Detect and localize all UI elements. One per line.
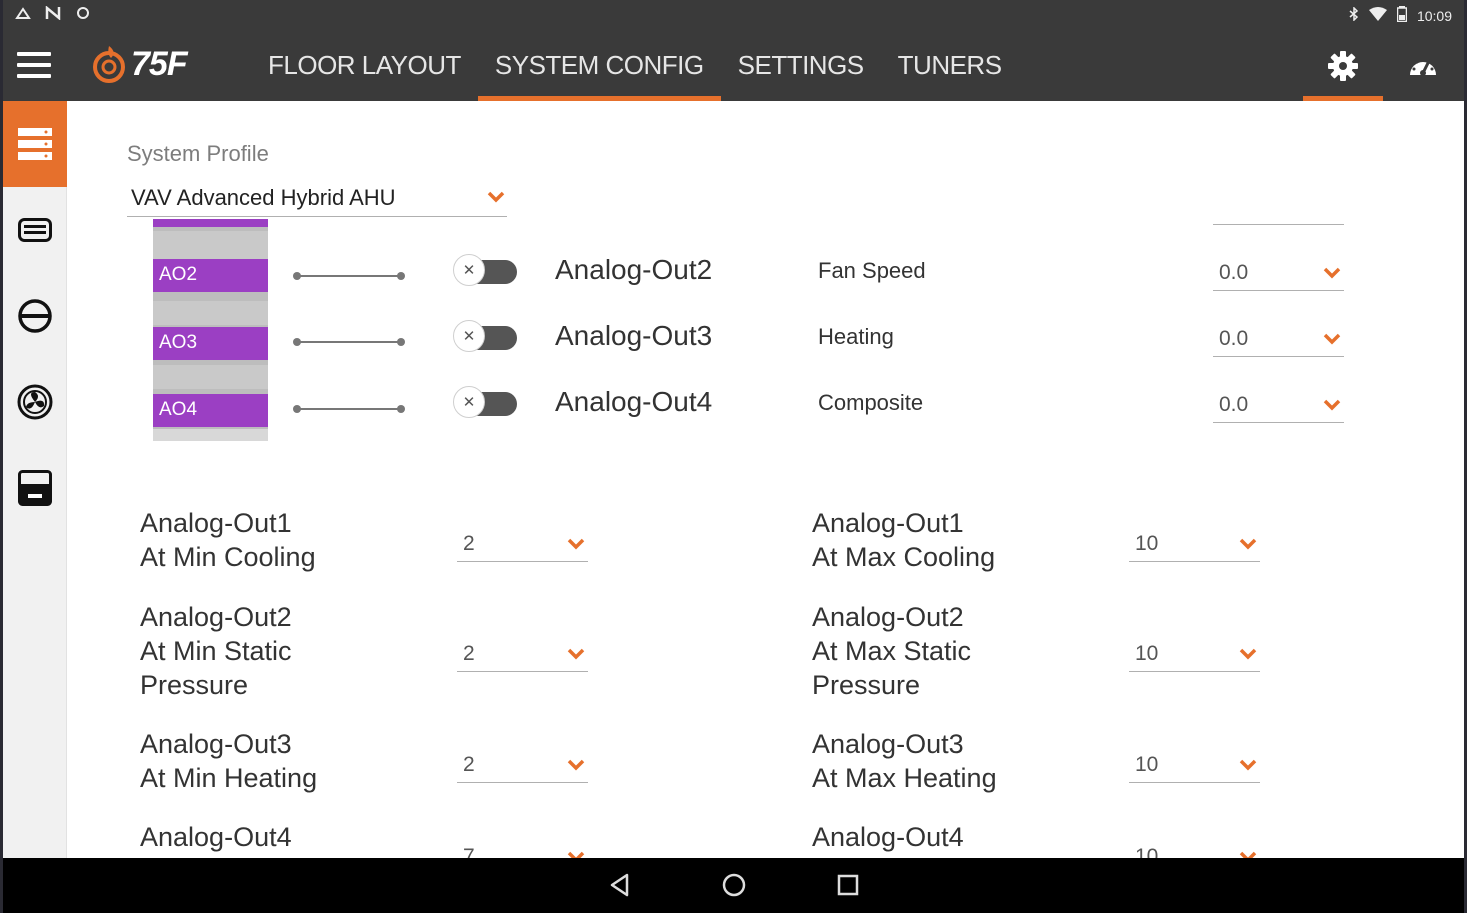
battery-icon [1396,6,1408,26]
cloud-icon [15,6,31,24]
ao-diagram-top [153,219,268,227]
min-cooling-dropdown[interactable]: 2 [457,528,588,562]
min-composite-dropdown[interactable]: 7 [457,841,588,858]
menu-icon[interactable] [17,52,51,78]
bluetooth-icon [1349,6,1359,25]
system-nav-bar [3,858,1464,913]
ao2-wire [293,272,405,280]
chevron-down-icon [567,851,585,858]
system-profile-dropdown[interactable]: VAV Advanced Hybrid AHU [127,181,507,217]
ao3-tag: AO3 [153,327,268,360]
analog-out3-function: Heating [818,324,894,349]
dashboard-button[interactable] [1383,30,1463,101]
system-config-panel: System Profile VAV Advanced Hybrid AHU A… [68,101,1464,858]
chevron-down-icon [1323,333,1341,345]
clock: 10:09 [1416,8,1452,24]
analog-out4-toggle[interactable]: ✕ [453,386,519,420]
max-heating-label: Analog-Out3 At Max Heating [812,729,997,793]
logo-flame-icon [93,46,125,83]
min-composite-label: Analog-Out4 [140,822,292,852]
max-composite-label: Analog-Out4 [812,822,964,852]
tab-system-config[interactable]: SYSTEM CONFIG [477,30,721,101]
analog-out4-function: Composite [818,390,924,415]
chevron-down-icon [1239,851,1257,858]
max-heating-dropdown[interactable]: 10 [1129,749,1260,783]
chevron-down-icon [1239,538,1257,550]
max-cooling-label: Analog-Out1 At Max Cooling [812,508,996,572]
max-cooling-dropdown[interactable]: 10 [1129,528,1260,562]
gear-icon [1328,50,1358,81]
analog-out2-label: Analog-Out2 [555,254,713,285]
back-icon[interactable] [608,872,630,898]
ao3-wire [293,338,405,346]
tab-settings[interactable]: SETTINGS [721,30,881,101]
analog-out4-label: Analog-Out4 [555,386,713,417]
min-cooling-label: Analog-Out1 At Min Cooling [140,508,316,572]
max-composite-dropdown[interactable]: 10 [1129,841,1260,858]
dashboard-icon [1410,57,1436,76]
system-config-icon [18,128,52,160]
rail-item-thermostat[interactable] [3,273,67,359]
status-bar: 10:09 [3,0,1464,30]
chevron-down-icon [567,538,585,550]
divider [1213,224,1344,225]
rail-item-modules[interactable] [3,187,67,273]
system-profile-value: VAV Advanced Hybrid AHU [131,185,396,210]
chevron-down-icon [1239,648,1257,660]
chevron-down-icon [567,648,585,660]
wifi-icon [1368,7,1387,25]
fan-icon [17,384,53,420]
chevron-down-icon [487,191,505,203]
close-icon: ✕ [453,320,485,352]
rail-item-system-config[interactable] [3,101,67,187]
chevron-down-icon [1323,267,1341,279]
analog-out3-toggle[interactable]: ✕ [453,320,519,354]
chevron-down-icon [1323,399,1341,411]
ao2-tag: AO2 [153,259,268,292]
logo-text: 75F [131,44,188,83]
min-static-pressure-dropdown[interactable]: 2 [457,638,588,672]
ao4-tag: AO4 [153,394,268,427]
ao4-wire [293,405,405,413]
rail-item-btu-meter[interactable] [3,445,67,531]
analog-out3-value-dropdown[interactable]: 0.0 [1213,323,1344,357]
logo: 75F [91,44,188,84]
rail-item-fan[interactable] [3,359,67,445]
home-icon[interactable] [721,872,747,898]
system-profile-label: System Profile [127,141,269,166]
analog-out2-function: Fan Speed [818,258,926,283]
close-icon: ✕ [453,254,485,286]
min-heating-dropdown[interactable]: 2 [457,749,588,783]
close-icon: ✕ [453,386,485,418]
max-static-pressure-dropdown[interactable]: 10 [1129,638,1260,672]
tab-floor-layout[interactable]: FLOOR LAYOUT [251,30,478,101]
analog-out4-value-dropdown[interactable]: 0.0 [1213,389,1344,423]
analog-out3-label: Analog-Out3 [555,320,713,351]
analog-out2-toggle[interactable]: ✕ [453,254,519,288]
analog-out2-value-dropdown[interactable]: 0.0 [1213,257,1344,291]
recents-icon[interactable] [836,872,860,898]
tab-tuners[interactable]: TUNERS [881,30,1019,101]
app-header: 75F FLOOR LAYOUT SYSTEM CONFIG SETTINGS … [3,30,1464,101]
nfc-icon [45,5,61,24]
app-window: 10:09 75F FLOOR LAYOUT SYSTEM CONFIG SET… [3,0,1464,913]
main-nav: FLOOR LAYOUT SYSTEM CONFIG SETTINGS TUNE… [251,30,1019,101]
max-static-pressure-label: Analog-Out2 At Max Static Pressure [812,602,972,700]
btu-meter-icon [18,470,52,506]
chevron-down-icon [567,759,585,771]
module-icon [18,218,52,242]
min-static-pressure-label: Analog-Out2 At Min Static Pressure [140,602,292,700]
sync-icon [75,6,91,24]
min-heating-label: Analog-Out3 At Min Heating [140,729,318,793]
side-rail [3,101,67,858]
settings-button[interactable] [1303,30,1383,101]
chevron-down-icon [1239,759,1257,771]
thermostat-icon [18,299,52,333]
